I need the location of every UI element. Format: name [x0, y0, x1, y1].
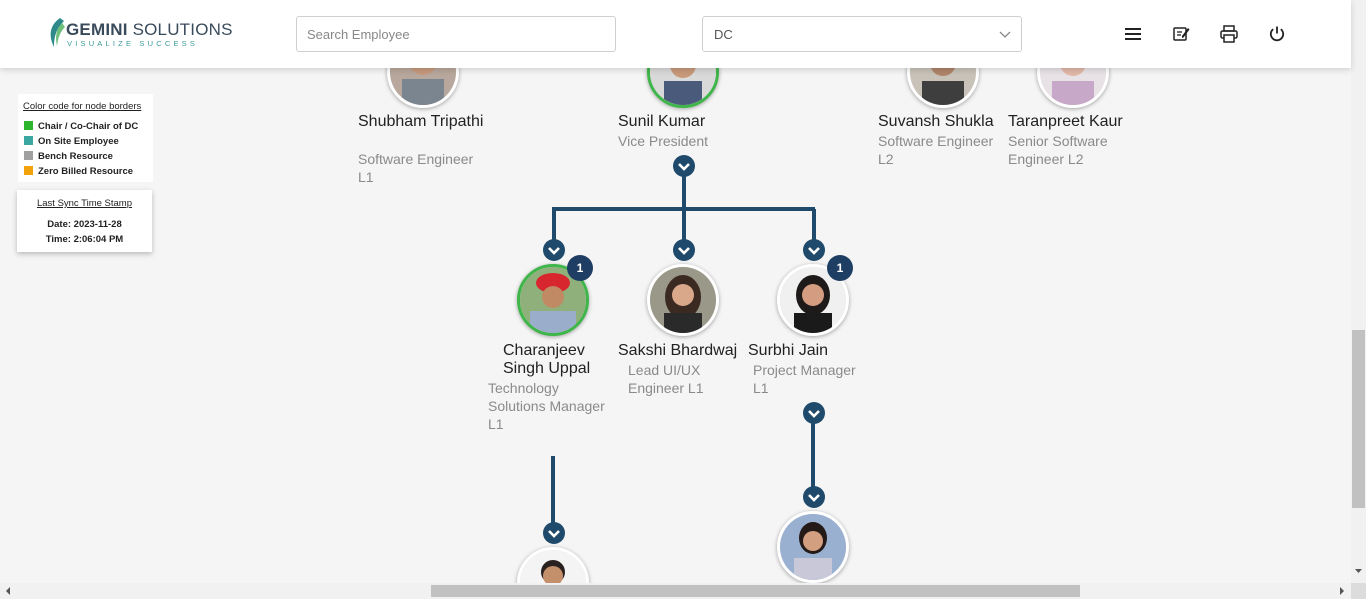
node-name: Surbhi Jain	[748, 342, 829, 359]
legend-swatch	[24, 136, 33, 145]
chevron-down-icon	[999, 31, 1011, 38]
scroll-right-arrow-icon[interactable]	[1337, 583, 1347, 599]
print-icon[interactable]	[1219, 24, 1239, 44]
logo-brand: GEMINI	[66, 20, 128, 39]
scroll-down-arrow-icon[interactable]	[1351, 566, 1366, 576]
chevron-down-icon	[548, 247, 560, 255]
legend-label: Bench Resource	[38, 151, 113, 162]
node-name: Charanjeev Singh Uppal	[503, 342, 591, 377]
org-chart-page: Shubham Tripathi Software Engineer L1 Su…	[0, 0, 1366, 599]
direct-reports-badge: 1	[827, 255, 853, 281]
vertical-scrollbar-thumb[interactable]	[1352, 330, 1365, 508]
logo-rest: SOLUTIONS	[132, 20, 233, 39]
node-name: Shubham Tripathi	[358, 113, 484, 130]
node-name: Taranpreet Kaur	[1008, 113, 1123, 130]
chevron-down-icon	[678, 247, 690, 255]
node-role: Technology Solutions Manager L1	[488, 380, 605, 432]
sync-title: Last Sync Time Stamp	[36, 198, 133, 209]
company-logo[interactable]: GEMINI SOLUTIONS VISUALIZE SUCCESS	[46, 17, 232, 51]
node-role: Vice President	[618, 133, 709, 149]
legend-swatch	[24, 151, 33, 160]
legend-item: On Site Employee	[24, 136, 119, 148]
chevron-down-icon	[808, 410, 820, 418]
avatar-grandchild-2[interactable]	[777, 511, 849, 583]
top-header: GEMINI SOLUTIONS VISUALIZE SUCCESS DC	[0, 0, 1351, 68]
power-icon[interactable]	[1267, 24, 1287, 44]
department-select[interactable]: DC	[702, 16, 1022, 52]
chevron-down-icon	[678, 163, 690, 171]
node-role: Senior Software Engineer L2	[1008, 133, 1108, 167]
direct-reports-badge: 1	[567, 255, 593, 281]
logo-tagline: VISUALIZE SUCCESS	[67, 39, 199, 48]
notes-icon[interactable]	[1171, 24, 1191, 44]
menu-icon[interactable]	[1123, 24, 1143, 44]
legend-item: Chair / Co-Chair of DC	[24, 121, 138, 133]
sync-date: Date: 2023-11-28	[47, 219, 122, 230]
node-name: Sakshi Bhardwaj	[618, 342, 738, 359]
legend-item: Zero Billed Resource	[24, 166, 133, 178]
node-role: Project Manager L1	[753, 362, 856, 396]
node-name: Sunil Kumar	[618, 113, 706, 130]
expand-toggle-sunil-kumar[interactable]	[673, 155, 695, 177]
legend-item: Bench Resource	[24, 151, 113, 163]
chevron-down-icon	[808, 494, 820, 502]
legend-label: Zero Billed Resource	[38, 166, 134, 177]
logo-title: GEMINI SOLUTIONS	[66, 20, 233, 40]
leaf-logo-icon	[50, 18, 65, 47]
legend-title: Color code for node borders	[23, 101, 142, 112]
department-select-value: DC	[714, 27, 733, 42]
search-employee-input[interactable]	[296, 16, 616, 52]
legend-swatch	[24, 121, 33, 130]
node-role: Software Engineer L1	[358, 151, 474, 185]
sync-time: Time: 2:06:04 PM	[45, 234, 124, 245]
avatar-sakshi-bhardwaj[interactable]	[647, 264, 719, 336]
scroll-left-arrow-icon[interactable]	[3, 583, 13, 599]
chevron-down-icon	[808, 247, 820, 255]
expand-toggle-surbhi-reports[interactable]	[803, 402, 825, 424]
expand-toggle-sakshi[interactable]	[673, 239, 695, 261]
node-name: Suvansh Shukla	[878, 113, 994, 130]
node-role: Lead UI/UX Engineer L1	[628, 362, 704, 396]
color-legend: Color code for node borders Chair / Co-C…	[18, 94, 153, 182]
legend-label: Chair / Co-Chair of DC	[38, 121, 139, 132]
chevron-down-icon	[548, 530, 560, 538]
node-role: Software Engineer L2	[878, 133, 994, 167]
scrollbar-corner	[1351, 583, 1366, 599]
legend-label: On Site Employee	[38, 136, 119, 147]
legend-swatch	[24, 166, 33, 175]
sync-timestamp-box: Last Sync Time Stamp Date: 2023-11-28 Ti…	[17, 190, 152, 252]
horizontal-scrollbar-thumb[interactable]	[431, 585, 1080, 597]
expand-toggle-charanjeev[interactable]	[543, 239, 565, 261]
expand-toggle-grandchild-1[interactable]	[543, 522, 565, 544]
expand-toggle-surbhi[interactable]	[803, 239, 825, 261]
expand-toggle-grandchild-2[interactable]	[803, 486, 825, 508]
